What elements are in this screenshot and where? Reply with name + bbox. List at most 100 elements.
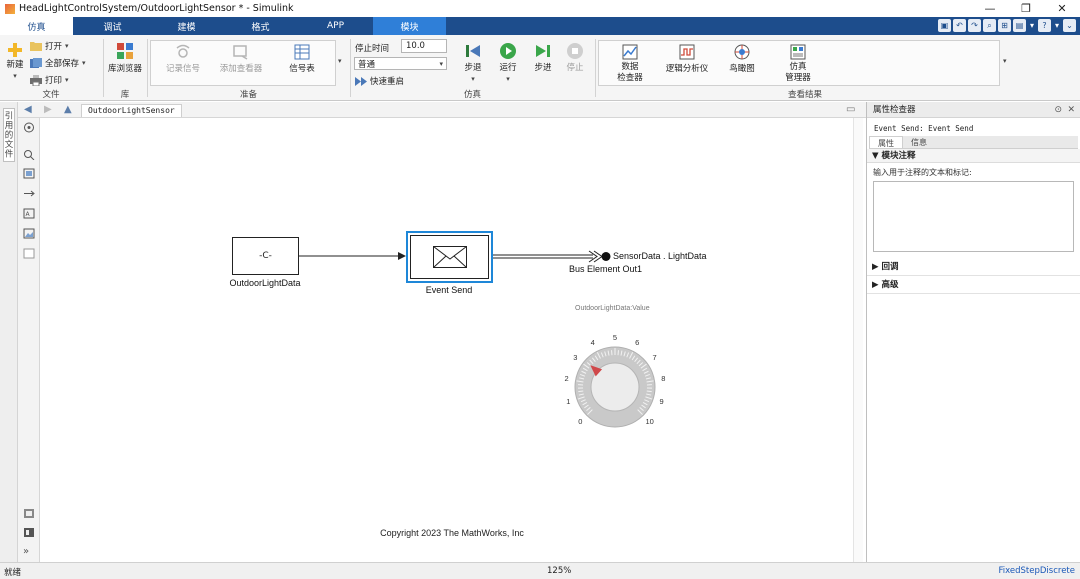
help-icon[interactable]: ?: [1038, 19, 1051, 32]
tab-apps[interactable]: APP: [299, 17, 372, 35]
simulation-mode-select[interactable]: 普通 ▾: [354, 57, 447, 70]
search-icon[interactable]: ⌕: [983, 19, 996, 32]
restore-button[interactable]: ❐: [1008, 0, 1044, 17]
knob-block[interactable]: [574, 346, 656, 428]
inspector-close-icon[interactable]: ✕: [1067, 102, 1075, 118]
log-signals-button[interactable]: 记录信号: [160, 44, 206, 75]
print-chevron-icon: ▾: [65, 76, 69, 84]
tab-properties[interactable]: 属性: [869, 136, 903, 148]
minimize-button[interactable]: —: [972, 0, 1008, 17]
annotation-section-header[interactable]: ▼ 模块注释: [867, 149, 1080, 163]
knob-tick: [646, 390, 652, 393]
add-viewer-button[interactable]: 添加查看器: [216, 44, 266, 75]
logic-analyzer-label: 逻辑分析仪: [665, 64, 709, 74]
simulate-group-label: 仿真: [463, 90, 481, 100]
open-chevron-icon: ▾: [65, 42, 69, 50]
hide-panel-icon[interactable]: [23, 122, 35, 133]
bus-element-signal-label[interactable]: SensorData . LightData: [613, 251, 707, 261]
advanced-section-header[interactable]: ▶ 高级: [867, 276, 1080, 294]
new-chevron-icon: ▾: [13, 72, 17, 80]
event-send-block-name[interactable]: Event Send: [399, 285, 499, 295]
expand-triangle-icon: ▶: [872, 262, 882, 272]
knob-tick-label: 6: [635, 338, 640, 348]
step-back-button[interactable]: 步退 ▾: [459, 42, 487, 85]
solver-link[interactable]: FixedStepDiscrete: [999, 566, 1076, 576]
help-menu-chevron-icon[interactable]: ▾: [1053, 19, 1061, 32]
new-button[interactable]: 新建 ▾: [4, 42, 26, 82]
knob-tick-label: 5: [612, 333, 618, 342]
stop-time-input[interactable]: 10.0: [401, 39, 447, 53]
event-send-block[interactable]: [406, 231, 493, 283]
expand-panel-icon[interactable]: »: [23, 546, 35, 557]
fit-icon[interactable]: ⊞: [998, 19, 1011, 32]
fast-restart-button[interactable]: 快速重启: [355, 75, 404, 87]
save-icon[interactable]: ▣: [938, 19, 951, 32]
library-browser-button[interactable]: 库浏览器: [106, 42, 144, 75]
bus-element-out-port[interactable]: [601, 252, 611, 261]
knob-tick: [578, 390, 584, 393]
birds-eye-label: 鸟瞰图: [729, 64, 755, 74]
logic-analyzer-button[interactable]: 逻辑分析仪: [664, 44, 710, 75]
close-button[interactable]: ✕: [1044, 0, 1080, 17]
sim-manager-button[interactable]: 仿真 管理器: [782, 44, 814, 84]
sim-manager-icon: [790, 44, 806, 60]
chevron-down-icon[interactable]: ▾: [1028, 19, 1036, 32]
explorer-bar-menu-icon[interactable]: ▭: [846, 104, 855, 115]
data-inspector-button[interactable]: 数据 检查器: [614, 44, 646, 84]
annotation-textarea[interactable]: [873, 181, 1074, 252]
model-browser-icon[interactable]: [23, 508, 35, 519]
constant-block[interactable]: -C-: [232, 237, 299, 275]
back-arrow-icon[interactable]: ◀: [24, 104, 32, 115]
arrow-right-icon[interactable]: [23, 188, 35, 199]
add-viewer-label: 添加查看器: [219, 64, 263, 74]
run-button[interactable]: 运行 ▾: [494, 42, 522, 85]
print-button[interactable]: 打印 ▾: [30, 74, 69, 86]
save-all-button[interactable]: 全部保存 ▾: [30, 57, 86, 69]
copyright-annotation[interactable]: Copyright 2023 The MathWorks, Inc: [41, 528, 863, 538]
tab-format[interactable]: 格式: [224, 17, 297, 35]
canvas-scrollbar[interactable]: [853, 118, 863, 562]
save-all-label: 全部保存: [45, 59, 80, 69]
tab-block[interactable]: 模块: [373, 17, 446, 35]
up-arrow-icon[interactable]: ▲: [64, 104, 72, 115]
log-signals-icon: [176, 44, 190, 58]
undo-icon[interactable]: ↶: [953, 19, 966, 32]
callbacks-section-header[interactable]: ▶ 回调: [867, 258, 1080, 276]
run-label: 运行: [499, 63, 517, 73]
inspector-menu-icon[interactable]: ⊙: [1054, 102, 1062, 118]
signal-table-button[interactable]: 信号表: [282, 44, 322, 75]
step-back-icon: [466, 45, 480, 57]
stop-button[interactable]: 停止: [561, 42, 589, 74]
property-inspector-toggle-icon[interactable]: [23, 527, 35, 538]
signal-table-label: 信号表: [289, 64, 315, 74]
constant-block-name[interactable]: OutdoorLightData: [215, 278, 315, 288]
tab-simulation[interactable]: 仿真: [0, 17, 73, 35]
referenced-files-tab[interactable]: 引用的文件: [3, 108, 15, 162]
referenced-files-strip: 引用的文件: [0, 102, 18, 562]
breadcrumb[interactable]: OutdoorLightSensor: [81, 104, 182, 117]
model-canvas[interactable]: -C- OutdoorLightData Event Send SensorDa…: [41, 118, 863, 562]
tab-modeling[interactable]: 建模: [150, 17, 223, 35]
fast-restart-label: 快速重启: [370, 77, 405, 87]
open-button[interactable]: 打开 ▾: [30, 40, 69, 52]
prepare-gallery-expand[interactable]: ▾: [338, 57, 342, 65]
collapse-ribbon-icon[interactable]: ⌄: [1063, 19, 1076, 32]
data-inspector-icon: [622, 44, 638, 60]
area-icon[interactable]: [23, 248, 35, 259]
image-icon[interactable]: [23, 228, 35, 239]
knob-tick-label: 3: [573, 353, 578, 363]
bus-element-out-name[interactable]: Bus Element Out1: [569, 264, 642, 274]
panel-icon[interactable]: ▤: [1013, 19, 1026, 32]
step-forward-button[interactable]: 步进: [529, 42, 557, 74]
forward-arrow-icon[interactable]: ▶: [44, 104, 52, 115]
annotation-icon[interactable]: A: [23, 208, 35, 219]
fit-to-view-icon[interactable]: [23, 168, 35, 179]
zoom-icon[interactable]: [23, 149, 35, 160]
library-group: 库浏览器 库: [104, 35, 146, 101]
review-gallery-expand[interactable]: ▾: [1003, 57, 1007, 65]
redo-icon[interactable]: ↷: [968, 19, 981, 32]
birds-eye-button[interactable]: 鸟瞰图: [726, 44, 758, 75]
tab-info[interactable]: 信息: [903, 136, 935, 148]
tab-debug[interactable]: 调试: [76, 17, 149, 35]
zoom-level: 125%: [547, 566, 572, 576]
